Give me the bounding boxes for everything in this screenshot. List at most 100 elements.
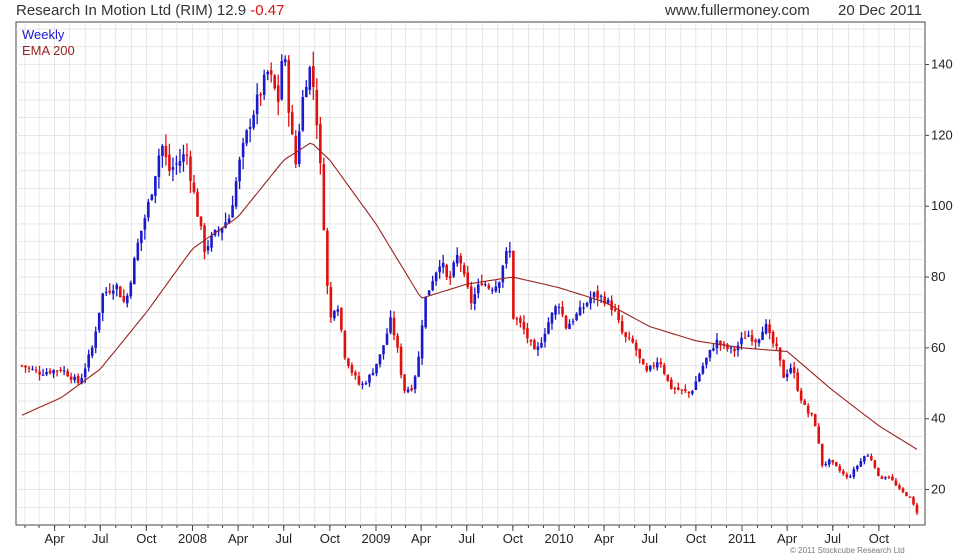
candle-body [873, 460, 877, 468]
candle-body [448, 276, 452, 279]
candle-body [164, 145, 168, 158]
candle-body [684, 389, 687, 392]
price-chart: 20 40 60 80 100 120 140 Apr Jul Oct 2008 Apr Jul Oct 2… [15, 21, 953, 546]
candle-body [315, 89, 319, 126]
copyright: © 2011 Stockcube Research Ltd [790, 546, 905, 555]
candle-body [48, 370, 52, 374]
candle-body [564, 315, 568, 329]
candle-body [199, 216, 203, 227]
candle-body [870, 456, 873, 461]
candle-body [487, 285, 491, 289]
candle-body [880, 476, 884, 479]
candle-body [161, 145, 164, 157]
candle-body [712, 348, 715, 351]
y-tick-label: 60 [931, 340, 945, 355]
candle-body [420, 325, 424, 359]
candle-body [111, 290, 115, 294]
candle-body [729, 347, 733, 349]
candle-body [491, 289, 494, 291]
candle-body [210, 235, 213, 248]
candle-body [27, 367, 31, 369]
candle-body [308, 67, 312, 90]
legend-ema: EMA 200 [22, 43, 75, 58]
candle-body [662, 365, 666, 374]
candle-body [908, 496, 912, 498]
x-tick-label: Jul [275, 531, 292, 546]
candle-body [673, 388, 677, 390]
candle-body [431, 281, 434, 291]
candle-body [343, 330, 347, 358]
candle-body [452, 262, 456, 277]
candle-body [361, 383, 364, 385]
candle-body [722, 343, 726, 345]
candle-body [750, 335, 754, 342]
candle-body [519, 318, 522, 323]
candle-body [764, 324, 768, 334]
candle-body [87, 354, 90, 368]
candle-body [287, 60, 291, 113]
candle-body [357, 376, 361, 385]
candle-body [771, 331, 775, 344]
candle-body [133, 258, 136, 285]
candle-body [354, 372, 357, 376]
candle-body [203, 225, 206, 253]
candle-body [863, 456, 866, 462]
y-tick-label: 140 [931, 57, 953, 72]
x-tick-label: Apr [44, 531, 65, 546]
candle-body [326, 230, 329, 286]
plot-area [15, 21, 926, 526]
candle-body [666, 374, 670, 381]
candle-body [115, 284, 119, 290]
candle-body [350, 365, 354, 373]
candle-body [340, 307, 343, 330]
candle-body [417, 356, 420, 377]
candle-body [827, 459, 831, 465]
x-tick-label: Oct [320, 531, 341, 546]
candle-body [557, 306, 561, 308]
candle-body [175, 163, 178, 165]
candle-body [792, 367, 796, 374]
candle-body [733, 348, 736, 352]
candle-body [234, 181, 238, 207]
candle-body [269, 70, 273, 75]
candle-body [554, 306, 557, 315]
candle-body [245, 130, 248, 144]
candle-body [817, 426, 821, 444]
candle-body [438, 266, 441, 273]
candle-body [505, 251, 508, 264]
candle-body [319, 123, 322, 164]
candle-body [912, 497, 915, 505]
candle-body [129, 282, 133, 297]
candle-body [596, 290, 599, 299]
candle-body [547, 322, 550, 334]
x-tick-label: Jul [824, 531, 841, 546]
candle-body [301, 97, 305, 131]
candle-body [680, 389, 684, 391]
candle-body [62, 370, 66, 372]
candle-body [747, 335, 750, 337]
candle-body [877, 467, 880, 476]
candle-body [891, 476, 894, 481]
candle-body [41, 374, 45, 376]
candle-body [810, 412, 814, 415]
candle-body [459, 255, 463, 264]
candle-body [754, 339, 757, 343]
candle-body [838, 466, 842, 471]
candle-body [76, 375, 80, 383]
candle-body [512, 250, 515, 319]
candle-body [276, 85, 280, 102]
candle-body [336, 309, 340, 312]
candle-body [147, 201, 150, 218]
candle-body [427, 290, 431, 295]
candle-body [290, 112, 294, 135]
y-tick-label: 100 [931, 198, 953, 213]
y-tick-label: 20 [931, 482, 945, 497]
candle-body [266, 71, 269, 75]
candle-body [424, 296, 427, 328]
candle-body [83, 368, 87, 378]
candle-body [171, 167, 175, 170]
candle-body [550, 312, 554, 324]
candle-body [283, 59, 287, 63]
candle-body [638, 348, 642, 359]
candle-body [312, 66, 315, 87]
